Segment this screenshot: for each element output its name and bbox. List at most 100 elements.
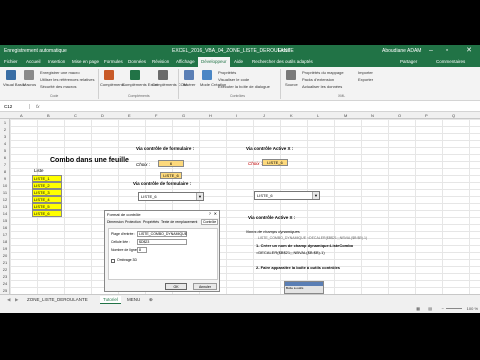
- dialog-tab[interactable]: Dimension: [107, 220, 124, 224]
- sheet-tab-active[interactable]: Tutoriel: [100, 296, 121, 304]
- activex-combo-box[interactable]: LISTE_6 ▼: [254, 191, 320, 200]
- col-header[interactable]: I: [236, 113, 237, 118]
- map-properties[interactable]: Propriétés du mappage: [302, 70, 344, 75]
- col-header[interactable]: Q: [452, 113, 455, 118]
- xml-export[interactable]: Exporter: [358, 77, 373, 82]
- row-header[interactable]: 19: [0, 245, 10, 252]
- run-dialog-button[interactable]: Exécuter la boîte de dialogue: [218, 84, 270, 89]
- dialog-tab[interactable]: Texte de remplacement: [161, 220, 197, 224]
- relative-refs[interactable]: Utiliser les références relatives: [40, 77, 94, 82]
- visual-basic-label[interactable]: Visual Basic: [3, 82, 25, 87]
- maximize-button[interactable]: ▫: [440, 45, 454, 57]
- com-addins-icon[interactable]: [158, 70, 168, 80]
- insert-control-label[interactable]: Insérer: [183, 82, 195, 87]
- excel-addins-icon[interactable]: [130, 70, 140, 80]
- row-header[interactable]: 17: [0, 231, 10, 238]
- zoom-level[interactable]: 100 %: [467, 306, 478, 311]
- tab-affichage[interactable]: Affichage: [176, 59, 195, 64]
- row-header[interactable]: 2: [0, 126, 10, 133]
- row-header[interactable]: 12: [0, 196, 10, 203]
- row-header[interactable]: 3: [0, 133, 10, 140]
- dialog-tab[interactable]: Protection: [125, 220, 141, 224]
- chevron-down-icon[interactable]: ▼: [312, 192, 319, 199]
- choix-form-item[interactable]: LISTE_6: [160, 172, 182, 179]
- refresh-data[interactable]: Actualiser les données: [302, 84, 342, 89]
- macros-icon[interactable]: [24, 70, 34, 80]
- col-header[interactable]: M: [344, 113, 347, 118]
- tell-me-search[interactable]: Rechercher des outils adaptés: [252, 59, 313, 64]
- xml-source-icon[interactable]: [286, 70, 296, 80]
- macros-label[interactable]: Macros: [23, 82, 36, 87]
- col-header[interactable]: K: [290, 113, 293, 118]
- sheet-tab[interactable]: MENU: [124, 296, 143, 303]
- form-combo-box[interactable]: LISTE_6 ▼: [138, 192, 204, 201]
- row-header[interactable]: 13: [0, 203, 10, 210]
- zoom-slider[interactable]: [446, 308, 462, 309]
- col-header[interactable]: C: [74, 113, 77, 118]
- dialog-tab[interactable]: Propriétés: [143, 220, 159, 224]
- lines-input[interactable]: 8: [137, 247, 147, 253]
- worksheet-grid[interactable]: [10, 119, 480, 294]
- tab-aide[interactable]: Aide: [234, 59, 243, 64]
- format-control-dialog[interactable]: Format de contrôle ? ✕ Dimension Protect…: [104, 210, 220, 292]
- cancel-button[interactable]: Annuler: [193, 283, 217, 290]
- col-header[interactable]: H: [209, 113, 212, 118]
- shading-checkbox[interactable]: [111, 259, 115, 263]
- col-header[interactable]: E: [128, 113, 131, 118]
- tab-mise-en-page[interactable]: Mise en page: [72, 59, 99, 64]
- zoom-minus-icon[interactable]: −: [442, 306, 444, 311]
- row-header[interactable]: 20: [0, 252, 10, 259]
- row-header[interactable]: 6: [0, 154, 10, 161]
- macro-security[interactable]: Sécurité des macros: [40, 84, 76, 89]
- com-addins-label[interactable]: Compléments COM: [152, 82, 187, 87]
- complements-icon[interactable]: [104, 70, 114, 80]
- share-button[interactable]: Partager: [400, 59, 417, 64]
- col-header[interactable]: B: [47, 113, 50, 118]
- row-header[interactable]: 11: [0, 189, 10, 196]
- col-header[interactable]: P: [425, 113, 428, 118]
- row-header[interactable]: 15: [0, 217, 10, 224]
- view-layout-icon[interactable]: ▤: [428, 306, 432, 311]
- view-normal-icon[interactable]: ▦: [416, 306, 420, 311]
- close-button[interactable]: ✕: [458, 45, 480, 57]
- row-header[interactable]: 21: [0, 259, 10, 266]
- fx-icon[interactable]: fx: [36, 104, 40, 109]
- col-header[interactable]: D: [101, 113, 104, 118]
- row-header[interactable]: 1: [0, 119, 10, 126]
- tab-revision[interactable]: Révision: [152, 59, 169, 64]
- toolbox-window[interactable]: Boîte à outils: [284, 281, 324, 294]
- insert-control-icon[interactable]: [184, 70, 194, 80]
- visual-basic-icon[interactable]: [6, 70, 16, 80]
- col-header[interactable]: L: [317, 113, 319, 118]
- choix-form-value[interactable]: 6: [158, 160, 184, 167]
- col-header[interactable]: G: [182, 113, 185, 118]
- design-mode-icon[interactable]: [202, 70, 212, 80]
- name-box[interactable]: C12: [4, 104, 30, 109]
- row-header[interactable]: 23: [0, 273, 10, 280]
- xml-import[interactable]: Importer: [358, 70, 373, 75]
- tab-insertion[interactable]: Insertion: [48, 59, 65, 64]
- row-header[interactable]: 4: [0, 140, 10, 147]
- comments-button[interactable]: Commentaires: [436, 59, 465, 64]
- list-cell[interactable]: LISTE_4: [32, 196, 62, 203]
- range-input[interactable]: LISTE_COMBO_DYNAMIQUE: [137, 231, 187, 237]
- list-cell[interactable]: LISTE_2: [32, 182, 62, 189]
- choix-activex-value[interactable]: LISTE_6: [262, 159, 288, 166]
- col-header[interactable]: A: [20, 113, 23, 118]
- col-header[interactable]: F: [155, 113, 157, 118]
- minimize-button[interactable]: –: [424, 45, 438, 57]
- col-header[interactable]: N: [371, 113, 374, 118]
- list-cell[interactable]: LISTE_3: [32, 189, 62, 196]
- row-header[interactable]: 22: [0, 266, 10, 273]
- help-icon[interactable]: ?: [209, 211, 211, 216]
- list-cell[interactable]: LISTE_6: [32, 210, 62, 217]
- dialog-tab-active[interactable]: Contrôle: [201, 219, 219, 225]
- row-header[interactable]: 10: [0, 182, 10, 189]
- ok-button[interactable]: OK: [165, 283, 187, 290]
- link-input[interactable]: $D$23: [137, 239, 187, 245]
- col-header[interactable]: O: [398, 113, 401, 118]
- tab-fichier[interactable]: Fichier: [4, 59, 18, 64]
- row-header[interactable]: 5: [0, 147, 10, 154]
- close-icon[interactable]: ✕: [214, 211, 217, 216]
- chevron-down-icon[interactable]: ▼: [196, 193, 203, 200]
